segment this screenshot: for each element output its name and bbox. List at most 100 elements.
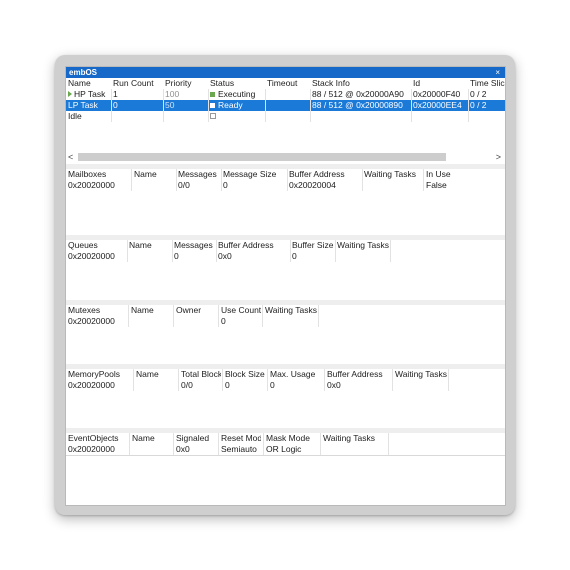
col-mutexes[interactable]: Mutexes xyxy=(68,305,126,316)
mutex-row[interactable]: 0x20020000 0 xyxy=(66,316,505,327)
mutex-waiting-tasks xyxy=(265,316,335,327)
col-priority[interactable]: Priority xyxy=(165,78,208,89)
queue-name xyxy=(129,251,169,262)
task-name: HP Task xyxy=(74,89,106,99)
task-row[interactable]: Idle xyxy=(66,111,505,122)
task-row[interactable]: HP Task 1 100 Executing 88 / 512 @ 0x200… xyxy=(66,89,505,100)
col-owner[interactable]: Owner xyxy=(176,305,216,316)
col-messages[interactable]: Messages xyxy=(178,169,219,180)
task-status: Executing xyxy=(218,89,256,99)
col-waiting-tasks[interactable]: Waiting Tasks xyxy=(337,240,407,251)
col-mailboxes[interactable]: Mailboxes xyxy=(68,169,130,180)
eventobject-id: 0x20020000 xyxy=(68,444,115,454)
col-status[interactable]: Status xyxy=(210,78,265,89)
memorypool-max-usage: 0 xyxy=(270,380,275,390)
col-queues[interactable]: Queues xyxy=(68,240,126,251)
queue-messages: 0 xyxy=(174,251,179,261)
memorypool-id: 0x20020000 xyxy=(68,380,115,390)
scrollbar-thumb[interactable] xyxy=(78,153,446,161)
mailbox-id: 0x20020000 xyxy=(68,180,115,190)
queue-id: 0x20020000 xyxy=(68,251,115,261)
col-stack-info[interactable]: Stack Info xyxy=(312,78,410,89)
task-priority: 50 xyxy=(165,100,175,110)
task-priority: 100 xyxy=(165,89,180,99)
col-eventobjects[interactable]: EventObjects xyxy=(68,433,128,444)
col-timeout[interactable]: Timeout xyxy=(267,78,309,89)
col-run-count[interactable]: Run Count xyxy=(113,78,163,89)
col-memorypools[interactable]: MemoryPools xyxy=(68,369,132,380)
embos-window: embOS × Name Run Count Priority Status T… xyxy=(65,66,506,506)
close-icon[interactable]: × xyxy=(495,67,500,78)
mailbox-messages: 0/0 xyxy=(178,180,190,190)
col-mask-mode[interactable]: Mask Mode xyxy=(266,433,316,444)
scroll-right-icon[interactable]: > xyxy=(496,151,501,163)
mutex-use-count: 0 xyxy=(221,316,226,326)
col-waiting-tasks[interactable]: Waiting Tasks xyxy=(265,305,335,316)
col-waiting-tasks[interactable]: Waiting Tasks xyxy=(323,433,393,444)
eventobject-name xyxy=(132,444,170,455)
col-max-usage[interactable]: Max. Usage xyxy=(270,369,322,380)
col-in-use[interactable]: In Use xyxy=(426,169,486,180)
task-timeout xyxy=(267,89,309,100)
col-use-count[interactable]: Use Count xyxy=(221,305,263,316)
eventobjects-header: EventObjects Name Signaled Reset Mode Ma… xyxy=(66,433,505,444)
task-status: Ready xyxy=(218,100,243,110)
task-stack-info: 88 / 512 @ 0x20000890 xyxy=(312,100,403,110)
tasks-header: Name Run Count Priority Status Timeout S… xyxy=(66,78,505,89)
col-name[interactable]: Name xyxy=(132,433,170,444)
scroll-left-icon[interactable]: < xyxy=(68,151,73,163)
col-total-blocks[interactable]: Total Blocks xyxy=(181,369,221,380)
memorypool-name xyxy=(136,380,176,391)
mutex-owner xyxy=(176,316,216,327)
col-name[interactable]: Name xyxy=(68,78,112,89)
eventobject-mask-mode: OR Logic xyxy=(266,444,302,454)
col-name[interactable]: Name xyxy=(136,369,176,380)
memorypool-waiting-tasks xyxy=(395,380,465,391)
col-message-size[interactable]: Message Size xyxy=(223,169,286,180)
col-buffer-address[interactable]: Buffer Address xyxy=(289,169,361,180)
col-id[interactable]: Id xyxy=(413,78,468,89)
mutex-name xyxy=(131,316,169,327)
col-buffer-size[interactable]: Buffer Size xyxy=(292,240,334,251)
queue-row[interactable]: 0x20020000 0 0x0 0 xyxy=(66,251,505,262)
col-signaled[interactable]: Signaled xyxy=(176,433,216,444)
col-waiting-tasks[interactable]: Waiting Tasks xyxy=(395,369,465,380)
task-time-slice: 0 / 2 xyxy=(470,100,487,110)
title-bar: embOS × xyxy=(66,67,505,78)
col-name[interactable]: Name xyxy=(129,240,169,251)
mailbox-buffer-address: 0x20020004 xyxy=(289,180,336,190)
eventobject-reset-mode: Semiauto xyxy=(221,444,257,454)
mailbox-name xyxy=(134,180,174,191)
col-waiting-tasks[interactable]: Waiting Tasks xyxy=(364,169,422,180)
task-run-count: 0 xyxy=(113,100,118,110)
mailbox-waiting-tasks xyxy=(364,180,422,191)
memorypool-row[interactable]: 0x20020000 0/0 0 0 0x0 xyxy=(66,380,505,391)
task-name: LP Task xyxy=(68,100,98,110)
eventobject-row[interactable]: 0x20020000 0x0 Semiauto OR Logic xyxy=(66,444,505,455)
memorypool-block-size: 0 xyxy=(225,380,230,390)
mailbox-message-size: 0 xyxy=(223,180,228,190)
task-row-selected[interactable]: LP Task 0 50 Ready 88 / 512 @ 0x20000890… xyxy=(66,100,505,111)
col-buffer-address[interactable]: Buffer Address xyxy=(327,369,392,380)
eventobject-waiting-tasks xyxy=(323,444,393,455)
task-run-count: 1 xyxy=(113,89,118,99)
task-name: Idle xyxy=(68,111,82,121)
executing-status-icon xyxy=(210,92,215,97)
col-reset-mode[interactable]: Reset Mode xyxy=(221,433,261,444)
col-time-slice[interactable]: Time Slic xyxy=(470,78,505,89)
col-name[interactable]: Name xyxy=(131,305,169,316)
col-name[interactable]: Name xyxy=(134,169,174,180)
horizontal-scrollbar[interactable]: < > xyxy=(66,151,505,163)
memorypool-buffer-address: 0x0 xyxy=(327,380,341,390)
col-buffer-address[interactable]: Buffer Address xyxy=(218,240,288,251)
mutex-id: 0x20020000 xyxy=(68,316,115,326)
memorypools-header: MemoryPools Name Total Blocks Block Size… xyxy=(66,369,505,380)
col-messages[interactable]: Messages xyxy=(174,240,214,251)
col-block-size[interactable]: Block Size xyxy=(225,369,265,380)
window-title: embOS xyxy=(69,68,98,77)
mutexes-header: Mutexes Name Owner Use Count Waiting Tas… xyxy=(66,305,505,316)
eventobject-signaled: 0x0 xyxy=(176,444,190,454)
task-stack-info: 88 / 512 @ 0x20000A90 xyxy=(312,89,404,99)
queues-header: Queues Name Messages Buffer Address Buff… xyxy=(66,240,505,251)
task-time-slice: 0 / 2 xyxy=(470,89,487,99)
